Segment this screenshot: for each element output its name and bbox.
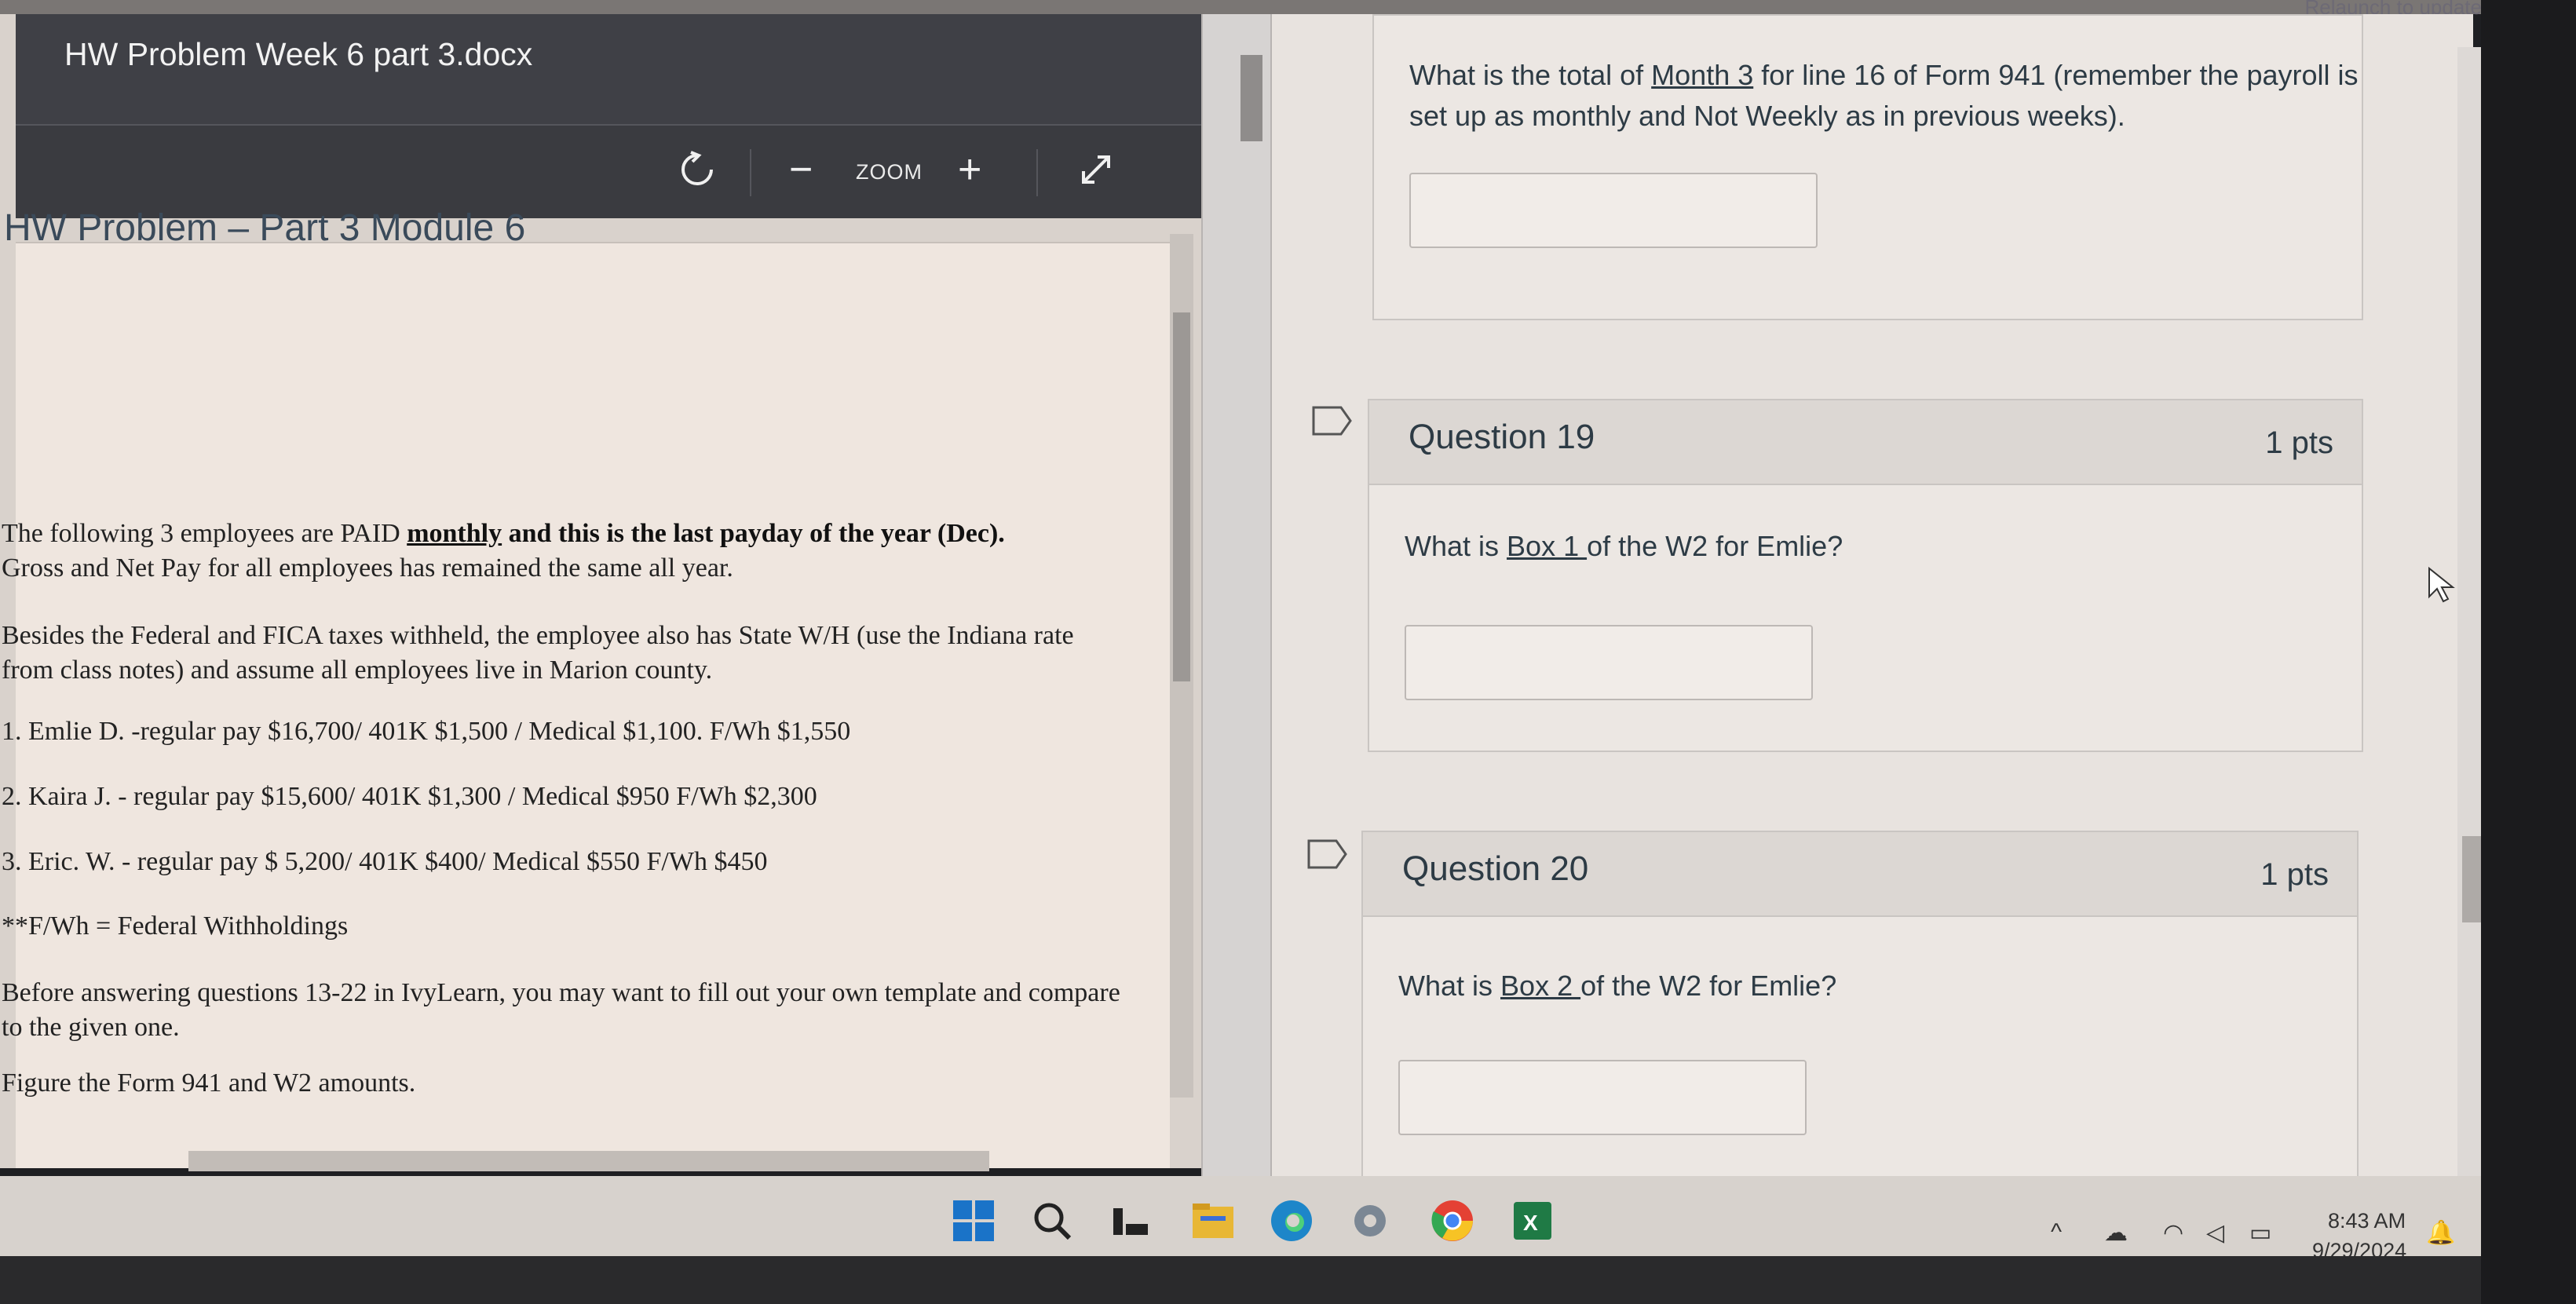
- intro-last-payday: last payday of the year (Dec).: [673, 519, 1005, 548]
- volume-icon[interactable]: ◁: [2206, 1219, 2224, 1247]
- document-scroll-thumb[interactable]: [1173, 312, 1190, 681]
- document-titlebar: HW Problem Week 6 part 3.docx: [16, 14, 1201, 124]
- screen-bottom-bezel: [0, 1256, 2576, 1304]
- document-title: HW Problem Week 6 part 3.docx: [64, 36, 533, 72]
- q18-text-a: What is the total of: [1409, 59, 1652, 91]
- tray-overflow-chevron-icon[interactable]: ^: [2051, 1219, 2062, 1246]
- task-view-icon[interactable]: [1107, 1197, 1154, 1244]
- intro-text: The following 3 employees are PAID: [2, 519, 407, 548]
- onedrive-icon[interactable]: ☁: [2104, 1219, 2128, 1247]
- svg-text:X: X: [1523, 1211, 1538, 1235]
- document-viewer: HW Problem Week 6 part 3.docx − ZOOM + H…: [0, 14, 1201, 1171]
- paragraph-figure: Figure the Form 941 and W2 amounts.: [2, 1068, 416, 1098]
- question-20-text: What is Box 2 of the W2 for Emlie?: [1398, 966, 2380, 1006]
- battery-icon[interactable]: ▭: [2249, 1219, 2271, 1247]
- q20-text-b: of the W2 for Emlie?: [1580, 970, 1837, 1002]
- q19-text-b: of the W2 for Emlie?: [1587, 530, 1843, 562]
- question-20-header: Question 20 1 pts: [1363, 832, 2357, 917]
- note-fwh: **F/Wh = Federal Withholdings: [2, 911, 349, 941]
- paragraph-instructions: Before answering questions 13-22 in IvyL…: [2, 978, 1120, 1042]
- zoom-out-button[interactable]: −: [789, 149, 813, 190]
- mouse-cursor-icon: [2426, 565, 2457, 605]
- edge-icon[interactable]: [1268, 1197, 1315, 1244]
- quiz-scroll-thumb[interactable]: [2462, 836, 2481, 922]
- zoom-in-button[interactable]: +: [958, 149, 981, 190]
- notification-bell-icon[interactable]: 🔔: [2426, 1219, 2455, 1247]
- paragraph-taxes: Besides the Federal and FICA taxes withh…: [2, 621, 1074, 685]
- flag-question-20-icon[interactable]: [1306, 838, 1349, 870]
- question-18-card: What is the total of Month 3 for line 16…: [1372, 14, 2363, 320]
- reload-icon[interactable]: [677, 149, 718, 197]
- screen-right-bezel: [2481, 0, 2576, 1304]
- chrome-icon[interactable]: [1429, 1197, 1476, 1244]
- clock-time[interactable]: 8:43 AM: [2328, 1209, 2406, 1233]
- viewer-scroll-thumb[interactable]: [1240, 55, 1262, 141]
- question-19-header: Question 19 1 pts: [1369, 400, 2362, 485]
- settings-gear-icon[interactable]: [1346, 1197, 1394, 1244]
- paragraph-intro: The following 3 employees are PAID month…: [2, 517, 1124, 586]
- question-20-title: Question 20: [1402, 849, 1589, 888]
- q19-box1: Box 1: [1507, 530, 1588, 562]
- quiz-panel: What is the total of Month 3 for line 16…: [1272, 14, 2473, 1192]
- excel-icon[interactable]: X: [1509, 1197, 1556, 1244]
- screen-top-bezel: [0, 0, 2576, 14]
- document-toolbar: − ZOOM +: [16, 124, 1201, 218]
- intro-monthly: monthly: [407, 519, 502, 548]
- zoom-label: ZOOM: [856, 160, 923, 184]
- question-19-card: Question 19 1 pts What is Box 1 of the W…: [1368, 399, 2363, 752]
- question-19-answer-input[interactable]: [1405, 625, 1813, 700]
- q20-box2: Box 2: [1500, 970, 1581, 1002]
- document-horizontal-scrollbar[interactable]: [188, 1151, 989, 1171]
- toolbar-divider: [750, 149, 751, 196]
- toolbar-divider: [1036, 149, 1038, 196]
- intro-text-3: Gross and Net Pay for all employees has …: [2, 553, 733, 583]
- question-19-points: 1 pts: [2265, 426, 2333, 460]
- question-19-title: Question 19: [1409, 418, 1595, 456]
- windows-start-icon[interactable]: [950, 1197, 997, 1244]
- flag-question-19-icon[interactable]: [1311, 405, 1354, 436]
- q18-month3: Month 3: [1651, 59, 1754, 91]
- question-18-text: What is the total of Month 3 for line 16…: [1409, 55, 2391, 137]
- file-explorer-icon[interactable]: [1189, 1197, 1237, 1244]
- viewer-scrollbar[interactable]: [1201, 14, 1272, 1176]
- question-20-card: Question 20 1 pts What is Box 2 of the W…: [1361, 831, 2359, 1192]
- q20-text-a: What is: [1398, 970, 1501, 1002]
- quiz-scrollbar[interactable]: [2457, 47, 2481, 1178]
- search-icon[interactable]: [1029, 1197, 1076, 1244]
- question-20-points: 1 pts: [2260, 857, 2329, 892]
- document-heading: HW Problem – Part 3 Module 6: [4, 207, 526, 249]
- employee-3: 3. Eric. W. - regular pay $ 5,200/ 401K …: [2, 847, 768, 876]
- fullscreen-icon[interactable]: [1076, 149, 1116, 197]
- wifi-icon[interactable]: ◠: [2163, 1219, 2183, 1247]
- employee-1: 1. Emlie D. -regular pay $16,700/ 401K $…: [2, 717, 851, 746]
- question-18-answer-input[interactable]: [1409, 173, 1818, 248]
- employee-2: 2. Kaira J. - regular pay $15,600/ 401K …: [2, 782, 817, 811]
- intro-text-2: and this is the: [502, 519, 674, 548]
- question-19-text: What is Box 1 of the W2 for Emlie?: [1405, 526, 2386, 567]
- question-20-answer-input[interactable]: [1398, 1060, 1807, 1135]
- q19-text-a: What is: [1405, 530, 1507, 562]
